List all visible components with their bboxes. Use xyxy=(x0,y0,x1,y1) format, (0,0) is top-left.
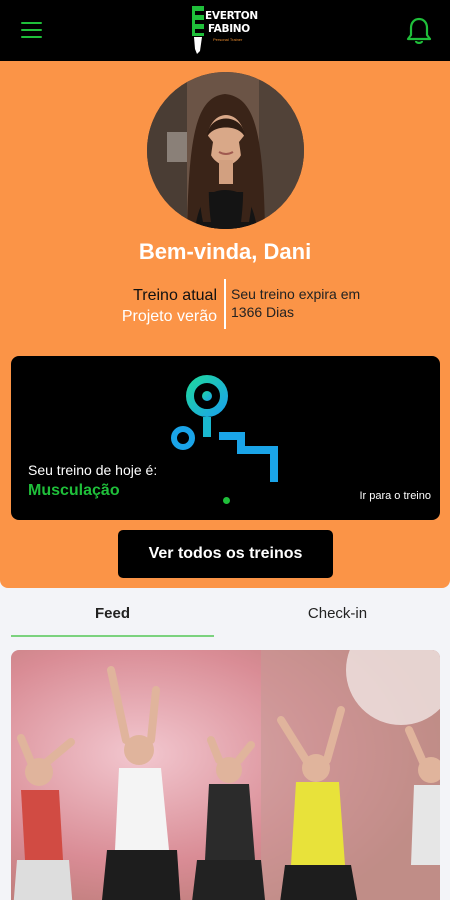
tab-feed[interactable]: Feed xyxy=(11,595,214,637)
carousel-indicator xyxy=(223,497,230,504)
content-tabs: Feed Check-in xyxy=(0,595,450,637)
profile-hero: Bem-vinda, Dani Treino atual Projeto ver… xyxy=(0,61,450,588)
tab-check-in[interactable]: Check-in xyxy=(236,595,439,637)
logo-mark xyxy=(192,6,204,54)
workout-icon xyxy=(171,375,278,482)
avatar[interactable] xyxy=(147,72,304,229)
hamburger-menu-icon[interactable] xyxy=(21,22,42,38)
logo-text-bottom: FABINO xyxy=(208,23,250,35)
view-all-workouts-button[interactable]: Ver todos os treinos xyxy=(118,530,333,578)
brand-logo: EVERTON FABINO Personal Trainer xyxy=(191,5,261,57)
current-training: Treino atual Projeto verão xyxy=(60,285,217,327)
go-to-workout-link[interactable]: Ir para o treino xyxy=(359,490,431,502)
logo-tagline: Personal Trainer xyxy=(213,37,243,42)
training-name: Projeto verão xyxy=(121,308,217,325)
vertical-divider xyxy=(224,279,226,329)
top-app-bar: EVERTON FABINO Personal Trainer xyxy=(0,0,450,61)
expiry-days: 1366 Dias xyxy=(231,304,295,320)
training-expiry: Seu treino expira em 1366 Dias xyxy=(231,285,431,321)
logo-text-top: EVERTON xyxy=(205,10,258,22)
feed-post-image[interactable] xyxy=(11,650,440,900)
weightlifting-bench-icon xyxy=(169,370,289,485)
today-workout-label: Seu treino de hoje é: xyxy=(28,462,158,478)
today-workout-card[interactable]: Seu treino de hoje é: Musculação Ir para… xyxy=(11,356,440,520)
today-workout-type: Musculação xyxy=(28,482,120,499)
welcome-heading: Bem-vinda, Dani xyxy=(138,239,312,264)
expiry-text: Seu treino expira em xyxy=(231,286,361,302)
training-label: Treino atual xyxy=(133,287,217,304)
bell-icon[interactable] xyxy=(406,16,432,46)
